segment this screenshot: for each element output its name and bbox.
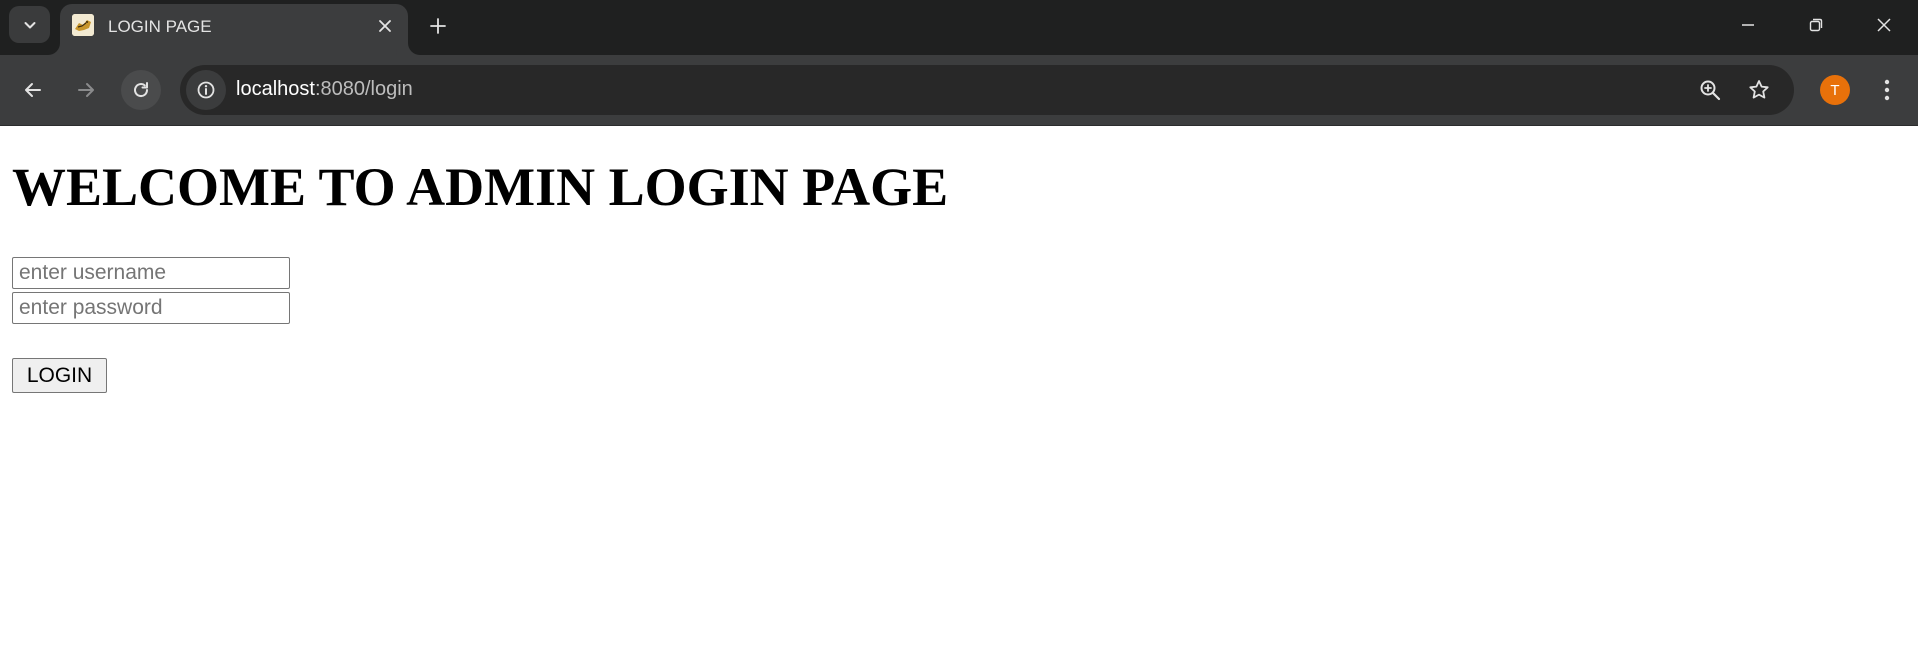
reload-button[interactable] — [121, 70, 161, 110]
tab-search-button[interactable] — [9, 6, 50, 43]
new-tab-button[interactable] — [424, 12, 452, 40]
tab-title: LOGIN PAGE — [108, 17, 212, 36]
close-icon — [379, 20, 391, 32]
restore-button[interactable] — [1782, 0, 1850, 50]
star-icon — [1749, 80, 1769, 99]
forward-button[interactable] — [66, 70, 106, 110]
site-info-button[interactable] — [186, 70, 226, 110]
chevron-down-icon — [24, 21, 35, 28]
browser-toolbar: localhost:8080/login T — [0, 55, 1918, 126]
url-path: :8080/login — [314, 78, 413, 100]
info-icon — [197, 81, 215, 99]
tomcat-icon — [72, 14, 94, 36]
page-title: WELCOME TO ADMIN LOGIN PAGE — [12, 157, 949, 217]
minimize-icon — [1742, 24, 1754, 26]
arrow-left-icon — [25, 83, 41, 97]
more-vert-icon — [1884, 79, 1890, 101]
address-bar[interactable]: localhost:8080/login — [180, 65, 1794, 115]
tab-close-button[interactable] — [374, 15, 396, 37]
minimize-button[interactable] — [1714, 0, 1782, 50]
profile-avatar[interactable]: T — [1820, 75, 1850, 105]
password-input[interactable] — [12, 292, 290, 324]
browser-menu-button[interactable] — [1872, 71, 1902, 109]
close-icon — [1877, 18, 1891, 32]
page-content: WELCOME TO ADMIN LOGIN PAGE LOGIN — [0, 126, 1918, 667]
tab-strip: LOGIN PAGE — [0, 0, 1918, 55]
restore-icon — [1809, 18, 1823, 32]
browser-tab[interactable]: LOGIN PAGE — [60, 4, 408, 55]
bookmark-button[interactable] — [1743, 74, 1775, 106]
url-text: localhost:8080/login — [236, 78, 413, 101]
arrow-right-icon — [78, 83, 94, 97]
zoom-icon — [1700, 80, 1721, 101]
zoom-button[interactable] — [1694, 74, 1726, 106]
back-button[interactable] — [13, 70, 53, 110]
close-window-button[interactable] — [1850, 0, 1918, 50]
login-button[interactable]: LOGIN — [12, 358, 107, 393]
url-host: localhost — [236, 78, 315, 100]
reload-icon — [134, 82, 149, 98]
plus-icon — [430, 18, 446, 34]
username-input[interactable] — [12, 257, 290, 289]
